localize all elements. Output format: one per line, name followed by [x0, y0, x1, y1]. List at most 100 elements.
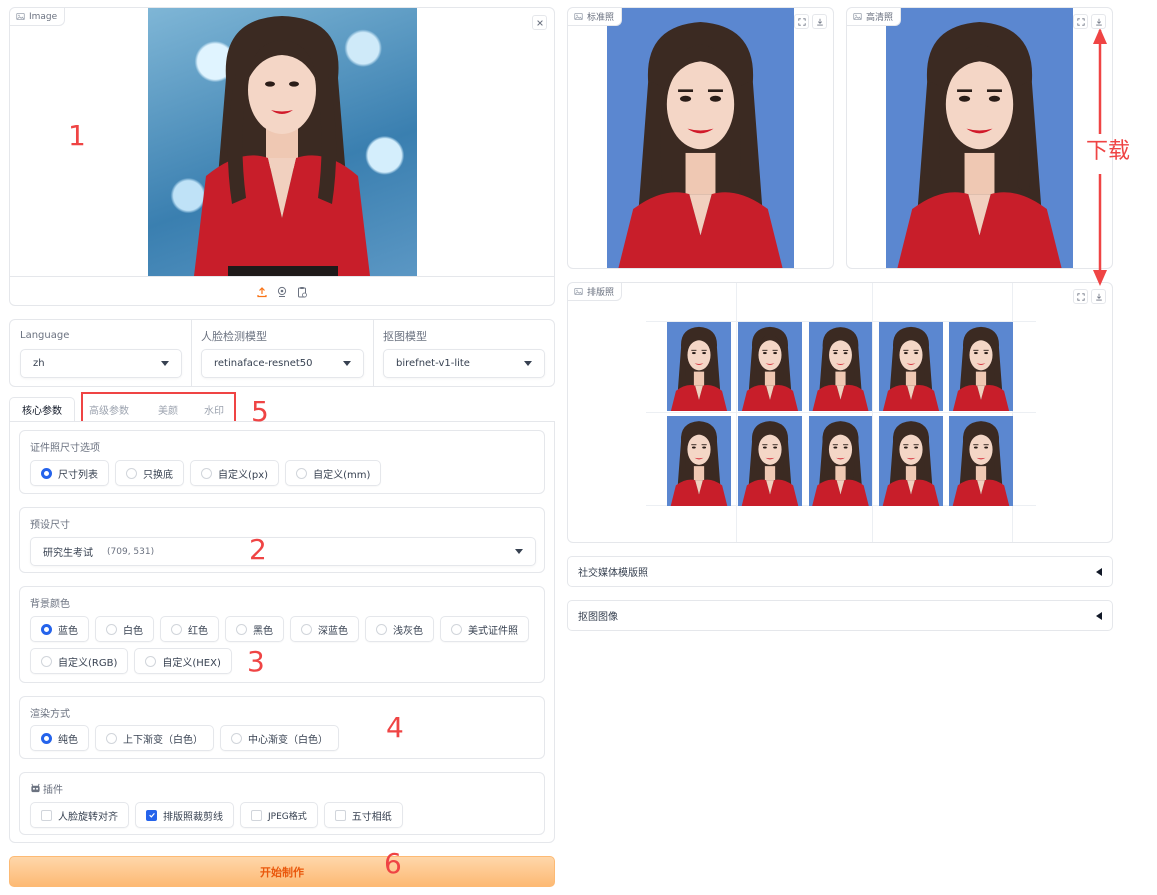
size-option-custom-mm[interactable]: 自定义(mm)	[285, 460, 382, 486]
fullscreen-icon	[1077, 293, 1085, 301]
radio-icon	[106, 623, 117, 635]
bg-option-white[interactable]: 白色	[95, 616, 154, 642]
annotation-arrows	[1093, 28, 1107, 286]
radio-icon	[171, 623, 182, 635]
layout-photo-panel: 排版照	[567, 282, 1113, 543]
hd-photo-tag: 高清照	[847, 8, 902, 26]
preset-size-value: 研究生考试	[43, 548, 93, 559]
download-button[interactable]	[1091, 14, 1106, 29]
fullscreen-button[interactable]	[794, 14, 809, 29]
size-option-list[interactable]: 尺寸列表	[30, 460, 109, 486]
radio-icon	[41, 655, 52, 667]
plugin-face-align[interactable]: 人脸旋转对齐	[30, 802, 129, 828]
radio-icon	[236, 623, 247, 635]
face-model-label: 人脸检测模型	[201, 330, 267, 343]
social-template-accordion[interactable]: 社交媒体模版照	[567, 556, 1113, 587]
bg-option-red[interactable]: 红色	[160, 616, 219, 642]
chevron-down-icon	[343, 361, 351, 366]
bg-option-black[interactable]: 黑色	[225, 616, 284, 642]
render-option-solid[interactable]: 纯色	[30, 725, 89, 751]
layout-tile	[809, 416, 872, 506]
crop-line	[736, 283, 737, 542]
face-model-value: retinaface-resnet50	[214, 358, 313, 369]
layout-tile	[949, 322, 1013, 411]
clear-image-button[interactable]	[532, 15, 547, 30]
background-color-group: 背景颜色 蓝色 白色 红色 黑色 深蓝色 浅灰色 美式证件照 自定义(RGB) …	[19, 586, 545, 683]
crop-line	[872, 283, 873, 542]
layout-tile	[879, 322, 943, 411]
radio-icon	[41, 732, 52, 744]
annotation-number: 4	[386, 711, 404, 744]
divider	[373, 320, 374, 386]
checkbox-icon	[251, 809, 262, 821]
bg-option-dark-blue[interactable]: 深蓝色	[290, 616, 359, 642]
render-mode-label: 渲染方式	[30, 709, 70, 720]
plugin-jpeg[interactable]: JPEG格式	[240, 802, 318, 828]
radio-icon	[201, 467, 212, 479]
preset-size-select[interactable]: 研究生考试 (709, 531)	[30, 537, 536, 566]
download-button[interactable]	[812, 14, 827, 29]
radio-icon	[451, 623, 462, 635]
start-button[interactable]: 开始制作	[9, 856, 555, 887]
layout-photo-tag: 排版照	[568, 283, 623, 301]
upload-icon[interactable]	[256, 286, 268, 298]
fullscreen-button[interactable]	[1073, 289, 1088, 304]
annotation-number: 2	[249, 533, 267, 566]
image-icon	[853, 12, 862, 21]
plugin-crop-lines[interactable]: 排版照裁剪线	[135, 802, 234, 828]
checkbox-icon	[334, 809, 346, 821]
render-option-center-gradient[interactable]: 中心渐变（白色）	[220, 725, 339, 751]
download-button[interactable]	[1091, 289, 1106, 304]
radio-icon	[296, 467, 308, 479]
divider	[191, 320, 192, 386]
input-image-label: Image	[29, 11, 58, 22]
bg-option-blue[interactable]: 蓝色	[30, 616, 89, 642]
size-options-label: 证件照尺寸选项	[30, 443, 100, 454]
settings-row: Language zh 人脸检测模型 retinaface-resnet50 抠…	[9, 319, 555, 387]
size-option-custom-px[interactable]: 自定义(px)	[190, 460, 280, 486]
image-icon	[574, 287, 583, 296]
tab-core-params[interactable]: 核心参数	[9, 397, 75, 422]
chevron-down-icon	[161, 361, 169, 366]
preset-size-hint: (709, 531)	[107, 546, 155, 557]
radio-icon	[41, 623, 52, 635]
size-option-bg-only[interactable]: 只换底	[115, 460, 184, 486]
face-model-select[interactable]: retinaface-resnet50	[201, 349, 364, 378]
fullscreen-button[interactable]	[1073, 14, 1088, 29]
radio-icon	[231, 732, 242, 744]
standard-photo	[607, 8, 794, 268]
layout-tile	[949, 416, 1013, 506]
annotation-number: 1	[68, 119, 86, 152]
layout-tile	[879, 416, 943, 506]
radio-icon	[301, 623, 312, 635]
size-options-group: 证件照尺寸选项 尺寸列表 只换底 自定义(px) 自定义(mm)	[19, 430, 545, 494]
bg-option-custom-rgb[interactable]: 自定义(RGB)	[30, 648, 129, 674]
plugin-five-inch[interactable]: 五寸相纸	[323, 802, 403, 828]
preset-size-group: 预设尺寸 研究生考试 (709, 531)	[19, 507, 545, 573]
download-icon	[816, 18, 824, 26]
fullscreen-icon	[1077, 18, 1085, 26]
checkbox-icon	[41, 809, 52, 821]
bg-option-us-id[interactable]: 美式证件照	[440, 616, 529, 642]
language-value: zh	[33, 358, 45, 369]
matting-model-select[interactable]: birefnet-v1-lite	[383, 349, 545, 378]
input-image-tag: Image	[10, 8, 66, 26]
crop-line	[646, 412, 1036, 413]
image-icon	[16, 12, 25, 21]
robot-icon	[31, 783, 40, 793]
webcam-icon[interactable]	[276, 286, 288, 298]
input-toolbar	[10, 276, 554, 306]
language-select[interactable]: zh	[20, 349, 182, 378]
layout-sheet	[646, 283, 1036, 542]
render-option-vertical-gradient[interactable]: 上下渐变（白色）	[95, 725, 214, 751]
preset-size-label: 预设尺寸	[30, 520, 70, 531]
plugins-label: 插件	[30, 781, 63, 796]
render-mode-group: 渲染方式 纯色 上下渐变（白色） 中心渐变（白色）	[19, 696, 545, 759]
standard-photo-tag: 标准照	[568, 8, 623, 26]
collapse-arrow-icon	[1096, 611, 1102, 620]
matting-image-accordion[interactable]: 抠图图像	[567, 600, 1113, 631]
input-photo[interactable]	[148, 8, 417, 276]
bg-option-light-gray[interactable]: 浅灰色	[365, 616, 434, 642]
clipboard-icon[interactable]	[296, 286, 308, 298]
bg-option-custom-hex[interactable]: 自定义(HEX)	[134, 648, 232, 674]
